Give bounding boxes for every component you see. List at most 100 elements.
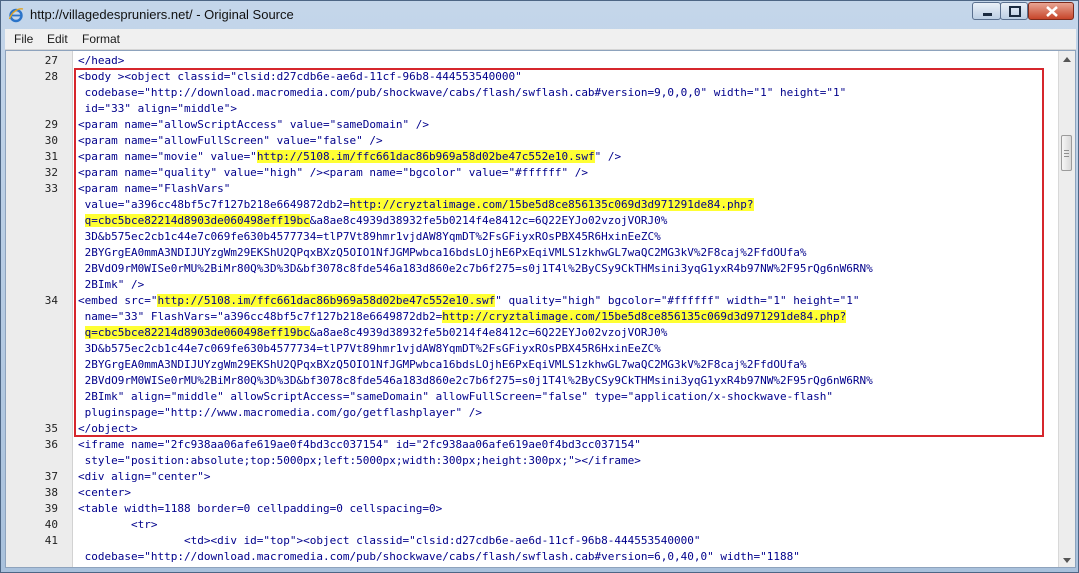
title-bar[interactable]: http://villagedespruniers.net/ - Origina… <box>1 1 1078 27</box>
grip-line <box>1064 150 1069 151</box>
code-row: 33 <param name="FlashVars" <box>6 181 1056 197</box>
line-number: 34 <box>44 294 58 307</box>
code-text: </object> <box>78 422 138 435</box>
scroll-up-arrow-icon[interactable] <box>1063 57 1071 62</box>
code-text: 2BYGrgEA0mmA3NDIJUYzgWm29EKShU2QPqxBXzQ5… <box>78 246 807 259</box>
code-row: 3D&b575ec2cb1c44e7c069fe630b4577734=tlP7… <box>6 229 1056 245</box>
code-row: 3D&b575ec2cb1c44e7c069fe630b4577734=tlP7… <box>6 341 1056 357</box>
code-line: <param name="movie" value="http://5108.i… <box>78 149 621 165</box>
source-code-view[interactable]: 27 </head> 28 <body ><object classid="clsid… <box>5 50 1076 568</box>
line-number: 38 <box>44 486 58 499</box>
code-text: 2BVdO9rM0WISe0rMU%2BiMr80Q%3D%3D&bf3078c… <box>78 374 873 387</box>
code-text: &a8ae8c4939d38932fe5b0214f4e8412c=6Q22EY… <box>309 214 668 227</box>
code-row: id="33" align="middle"> <box>6 101 1056 117</box>
code-row: 31 <param name="movie" value="http://5108… <box>6 149 1056 165</box>
maximize-button[interactable] <box>1000 2 1028 20</box>
code-text: 2BImk" align="middle" allowScriptAccess=… <box>78 390 833 403</box>
code-text: 2BVdO9rM0WISe0rMU%2BiMr80Q%3D%3D&bf3078c… <box>78 262 873 275</box>
code-line: 2BVdO9rM0WISe0rMU%2BiMr80Q%3D%3D&bf3078c… <box>78 261 873 277</box>
code-row: codebase="http://download.macromedia.com… <box>6 549 1056 565</box>
code-line: pluginspage="http://www.macromedia.com/g… <box>78 405 482 421</box>
code-row: 30 <param name="allowFullScreen" value="f… <box>6 133 1056 149</box>
code-row: 41 <td><div id="top"><object classid="cl… <box>6 533 1056 549</box>
code-row: 27 </head> <box>6 53 1056 69</box>
code-row: 32 <param name="quality" value="high" /><… <box>6 165 1056 181</box>
code-line: <param name="FlashVars" <box>78 181 230 197</box>
grip-line <box>1064 153 1069 154</box>
scrollbar-thumb[interactable] <box>1061 135 1072 171</box>
maximize-icon <box>1009 6 1021 17</box>
close-button[interactable] <box>1028 2 1074 20</box>
code-line: 2BImk" /> <box>78 277 145 293</box>
code-text: 2BImk" /> <box>78 278 145 291</box>
code-text: <param name="allowScriptAccess" value="s… <box>78 118 429 131</box>
code-text: name="33" FlashVars="a396cc48bf5c7f127b2… <box>78 310 443 323</box>
code-line: <param name="quality" value="high" /><pa… <box>78 165 588 181</box>
code-text: <table width=1188 border=0 cellpadding=0… <box>78 502 443 515</box>
code-line: <embed src="http://5108.im/ffc661dac86b9… <box>78 293 860 309</box>
code-row: 38 <center> <box>6 485 1056 501</box>
code-text: &a8ae8c4939d38932fe5b0214f4e8412c=6Q22EY… <box>309 326 668 339</box>
code-text: " quality="high" bgcolor="#ffffff" width… <box>495 294 860 307</box>
code-row: 2BImk" align="middle" allowScriptAccess=… <box>6 389 1056 405</box>
highlighted-url: http://5108.im/ffc661dac86b969a58d02be47… <box>157 294 496 307</box>
code-line: <param name="allowScriptAccess" value="s… <box>78 117 429 133</box>
code-text: <param name="FlashVars" <box>78 182 231 195</box>
code-row: name="33" FlashVars="a396cc48bf5c7f127b2… <box>6 309 1056 325</box>
line-number: 31 <box>44 150 58 163</box>
code-text: pluginspage="http://www.macromedia.com/g… <box>78 406 482 419</box>
code-row: value="a396cc48bf5c7f127b218e6649872db2=… <box>6 197 1056 213</box>
code-line: 3D&b575ec2cb1c44e7c069fe630b4577734=tlP7… <box>78 341 661 357</box>
code-text: 2BYGrgEA0mmA3NDIJUYzgWm29EKShU2QPqxBXzQ5… <box>78 358 807 371</box>
code-text: codebase="http://download.macromedia.com… <box>78 86 847 99</box>
code-row: 29 <param name="allowScriptAccess" value=… <box>6 117 1056 133</box>
line-number: 36 <box>44 438 58 451</box>
code-text: value="a396cc48bf5c7f127b218e6649872db2= <box>78 198 350 211</box>
code-row: 34 <embed src="http://5108.im/ffc661dac86… <box>6 293 1056 309</box>
line-number: 32 <box>44 166 58 179</box>
line-number: 27 <box>44 54 58 67</box>
line-number: 28 <box>44 70 58 83</box>
code-text: <body ><object classid="clsid:d27cdb6e-a… <box>78 70 522 83</box>
code-line: <body ><object classid="clsid:d27cdb6e-a… <box>78 69 522 85</box>
minimize-icon <box>983 13 992 16</box>
grip-line <box>1064 156 1069 157</box>
line-number: 39 <box>44 502 58 515</box>
code-row: 36 <iframe name="2fc938aa06afe619ae0f4bd3… <box>6 437 1056 453</box>
code-row: 2BYGrgEA0mmA3NDIJUYzgWm29EKShU2QPqxBXzQ5… <box>6 357 1056 373</box>
code-line: <div align="center"> <box>78 469 210 485</box>
vertical-scrollbar[interactable] <box>1058 51 1075 567</box>
code-text: 3D&b575ec2cb1c44e7c069fe630b4577734=tlP7… <box>78 230 661 243</box>
code-row: 35 </object> <box>6 421 1056 437</box>
code-line: <table width=1188 border=0 cellpadding=0… <box>78 501 442 517</box>
code-text: </head> <box>78 54 125 67</box>
scroll-down-arrow-icon[interactable] <box>1063 558 1071 563</box>
code-line: <td><div id="top"><object classid="clsid… <box>78 533 701 549</box>
code-row: style="position:absolute;top:5000px;left… <box>6 453 1056 469</box>
line-number: 40 <box>44 518 58 531</box>
menu-format[interactable]: Format <box>82 32 120 46</box>
code-row: 2BVdO9rM0WISe0rMU%2BiMr80Q%3D%3D&bf3078c… <box>6 373 1056 389</box>
code-line: id="33" align="middle"> <box>78 101 237 117</box>
menu-edit[interactable]: Edit <box>47 32 68 46</box>
code-line: name="33" FlashVars="a396cc48bf5c7f127b2… <box>78 309 847 325</box>
code-row: codebase="http://download.macromedia.com… <box>6 85 1056 101</box>
code-text: <tr> <box>78 518 158 531</box>
highlighted-url: http://cryztalimage.com/15be5d8ce856135c… <box>442 310 847 323</box>
code-line: style="position:absolute;top:5000px;left… <box>78 453 641 469</box>
code-row: pluginspage="http://www.macromedia.com/g… <box>6 405 1056 421</box>
line-number: 41 <box>44 534 58 547</box>
highlighted-url: q=cbc5bce82214d8903de060498eff19bc <box>84 214 310 227</box>
code-text: 3D&b575ec2cb1c44e7c069fe630b4577734=tlP7… <box>78 342 661 355</box>
code-line: 2BYGrgEA0mmA3NDIJUYzgWm29EKShU2QPqxBXzQ5… <box>78 357 807 373</box>
code-line: <center> <box>78 485 131 501</box>
code-line: <iframe name="2fc938aa06afe619ae0f4bd3cc… <box>78 437 641 453</box>
highlighted-url: http://cryztalimage.com/15be5d8ce856135c… <box>349 198 754 211</box>
code-line: 2BVdO9rM0WISe0rMU%2BiMr80Q%3D%3D&bf3078c… <box>78 373 873 389</box>
minimize-button[interactable] <box>972 2 1001 20</box>
line-number: 29 <box>44 118 58 131</box>
menu-file[interactable]: File <box>14 32 33 46</box>
code-line: </object> <box>78 421 138 437</box>
code-row: q=cbc5bce82214d8903de060498eff19bc&a8ae8… <box>6 213 1056 229</box>
